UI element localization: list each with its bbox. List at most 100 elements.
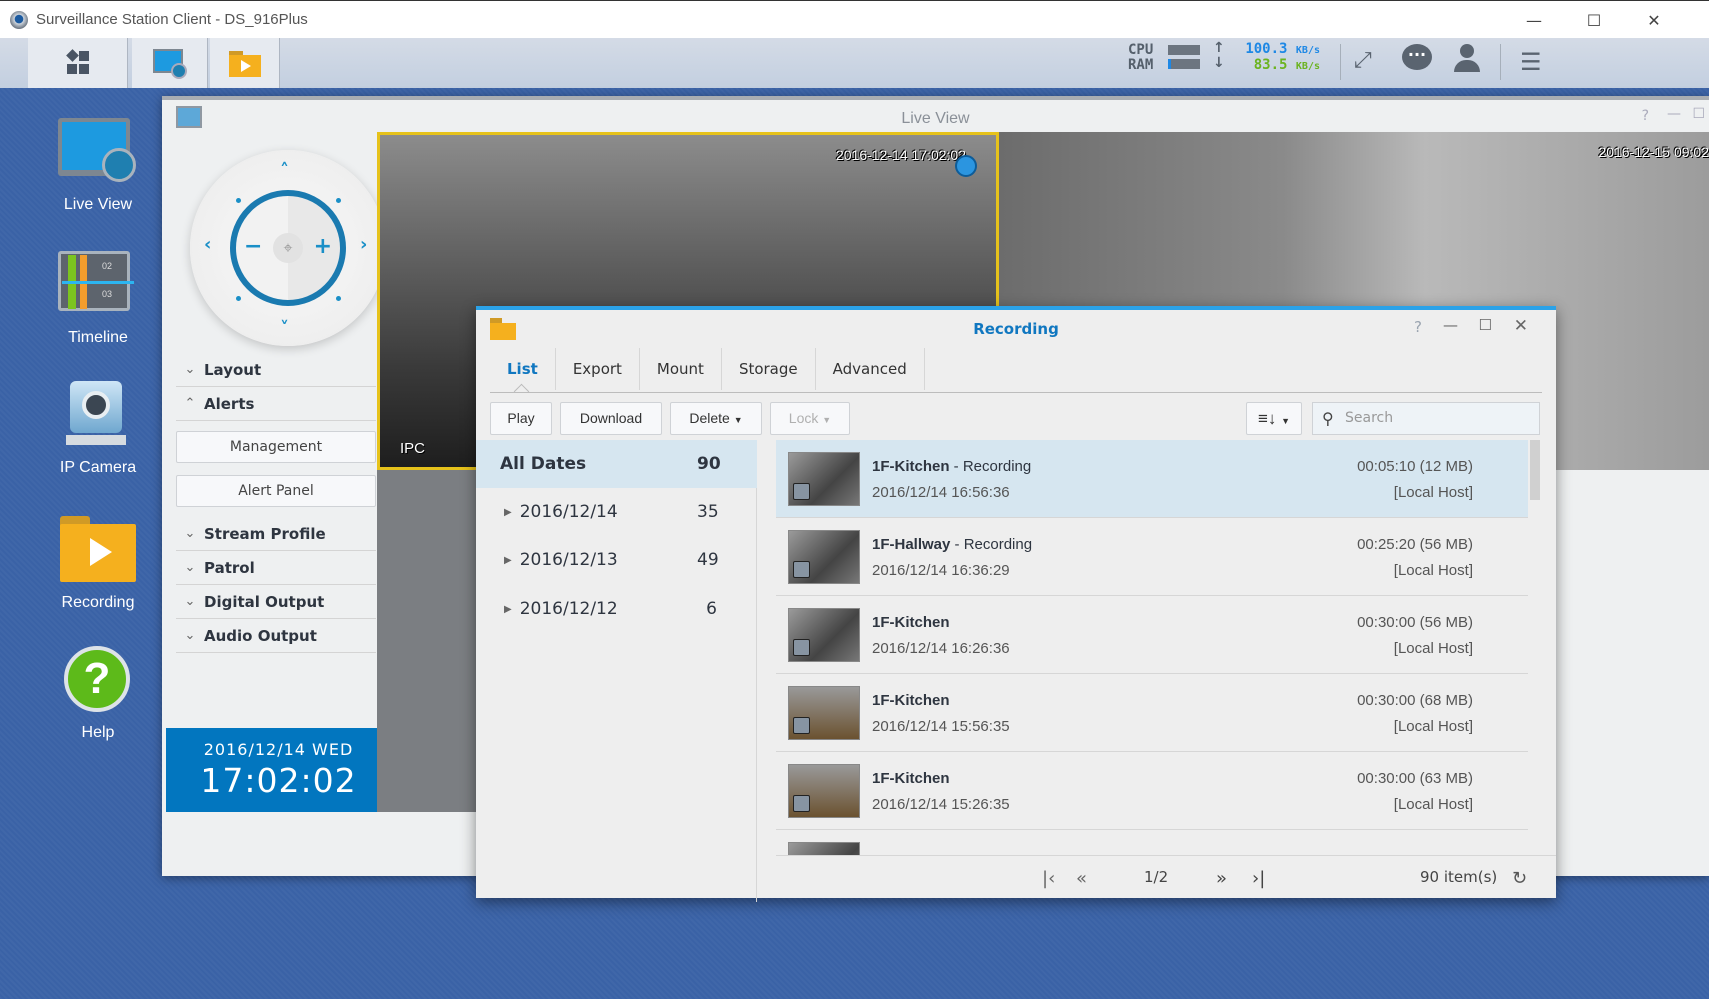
ram-label: RAM — [1128, 57, 1154, 73]
page-indicator: 1/2 — [1144, 868, 1169, 886]
tab-list[interactable]: List — [490, 348, 556, 390]
recording-row[interactable]: 1F-Kitchen - Recording 2016/12/14 16:56:… — [776, 440, 1528, 518]
section-patrol[interactable]: ⌄ Patrol — [176, 551, 376, 585]
dropdown-arrow-icon: ▼ — [733, 415, 743, 425]
section-digital-output[interactable]: ⌄ Digital Output — [176, 585, 376, 619]
expand-arrow-icon: ▶ — [504, 554, 512, 566]
cpu-label: CPU — [1128, 42, 1154, 58]
help-button[interactable]: ? — [1642, 108, 1649, 124]
main-menu-button[interactable] — [28, 38, 128, 88]
checkbox[interactable] — [793, 795, 810, 812]
sort-button[interactable]: ≡↓ ▼ — [1246, 402, 1302, 435]
minimize-button[interactable]: — — [1505, 1, 1563, 39]
clock-date: 2016/12/14 WED — [203, 740, 354, 759]
chevron-down-icon: ⌄ — [184, 560, 196, 575]
chat-icon[interactable]: ··· — [1402, 44, 1432, 70]
recording-row[interactable]: 1F-Kitchen 2016/12/14 15:56:35 00:30:00 … — [776, 674, 1528, 752]
sort-icon: ≡↓ — [1257, 409, 1277, 428]
recording-thumbnail — [788, 842, 860, 855]
desktop-icon-recording[interactable]: Recording — [40, 516, 156, 612]
user-icon[interactable] — [1452, 42, 1482, 78]
camera-timestamp: 2016-12-15 09:02 — [1598, 144, 1709, 160]
management-button[interactable]: Management — [176, 431, 376, 463]
section-layout[interactable]: ⌄ Layout — [176, 353, 376, 387]
search-input[interactable]: ⚲ Search — [1312, 402, 1540, 435]
alert-panel-button[interactable]: Alert Panel — [176, 475, 376, 507]
download-button[interactable]: Download — [560, 402, 662, 435]
recording-row[interactable]: 1F-Kitchen 2016/12/14 16:26:36 00:30:00 … — [776, 596, 1528, 674]
recording-row[interactable] — [776, 830, 1528, 855]
maximize-button[interactable]: ☐ — [1692, 106, 1705, 122]
clock-time: 17:02:02 — [200, 761, 357, 800]
recording-thumbnail — [788, 764, 860, 818]
refresh-icon[interactable]: ↻ — [1512, 868, 1527, 889]
minimize-button[interactable]: — — [1667, 106, 1681, 122]
recording-list: 1F-Kitchen - Recording 2016/12/14 16:56:… — [776, 440, 1528, 855]
pan-right-icon[interactable]: › — [360, 234, 367, 255]
fullscreen-icon[interactable]: ⤢ — [1354, 48, 1372, 73]
upload-rate: 100.3 KB/s — [1245, 41, 1320, 57]
zoom-out-icon[interactable]: − — [244, 234, 262, 259]
play-button[interactable]: Play — [490, 402, 552, 435]
next-page-icon[interactable]: » — [1216, 868, 1227, 889]
previous-page-icon[interactable]: « — [1076, 868, 1087, 889]
zoom-in-icon[interactable]: + — [314, 234, 332, 259]
date-row-all[interactable]: All Dates 90 — [476, 440, 757, 488]
camera-timestamp: 2016-12-14 17:02:02 — [836, 147, 966, 163]
pan-up-icon[interactable]: ˄ — [280, 160, 289, 181]
lock-button[interactable]: Lock ▼ — [770, 402, 850, 435]
live-view-icon — [152, 49, 187, 79]
recording-thumbnail — [788, 530, 860, 584]
close-button[interactable]: ✕ — [1625, 1, 1683, 39]
recording-tab[interactable] — [210, 38, 280, 88]
checkbox[interactable] — [793, 639, 810, 656]
desktop-icon-ip-camera[interactable]: IP Camera — [40, 381, 156, 477]
close-button[interactable]: ✕ — [1514, 316, 1528, 336]
dropdown-arrow-icon: ▼ — [1281, 416, 1291, 426]
section-stream-profile[interactable]: ⌄ Stream Profile — [176, 517, 376, 551]
recording-row[interactable]: 1F-Hallway - Recording 2016/12/14 16:36:… — [776, 518, 1528, 596]
recording-folder-icon — [58, 516, 138, 588]
date-filter-list: All Dates 90 ▶ 2016/12/14 35 ▶ 2016/12/13 49 … — [476, 440, 757, 902]
desktop-icon-live-view[interactable]: Live View — [40, 118, 156, 214]
checkbox[interactable] — [793, 483, 810, 500]
desktop-icon-timeline[interactable]: 02 03 Timeline — [40, 251, 156, 347]
date-row[interactable]: ▶ 2016/12/14 35 — [476, 488, 757, 536]
recording-row[interactable]: 1F-Kitchen 2016/12/14 15:26:35 00:30:00 … — [776, 752, 1528, 830]
recording-tabs: List Export Mount Storage Advanced — [490, 348, 925, 390]
expand-arrow-icon: ▶ — [504, 603, 512, 615]
date-row[interactable]: ▶ 2016/12/12 6 — [476, 585, 757, 633]
recording-title: Recording — [973, 320, 1059, 338]
ptz-home-icon[interactable]: ⌖ — [273, 233, 303, 263]
item-count: 90 item(s) — [1420, 868, 1498, 886]
date-row[interactable]: ▶ 2016/12/13 49 — [476, 536, 757, 584]
checkbox[interactable] — [793, 561, 810, 578]
tab-mount[interactable]: Mount — [640, 348, 722, 390]
tab-storage[interactable]: Storage — [722, 348, 816, 390]
delete-button[interactable]: Delete ▼ — [670, 402, 762, 435]
maximize-button[interactable]: ☐ — [1565, 1, 1623, 39]
section-alerts[interactable]: ⌃ Alerts — [176, 387, 376, 421]
tab-export[interactable]: Export — [556, 348, 640, 390]
section-audio-output[interactable]: ⌄ Audio Output — [176, 619, 376, 653]
pan-down-icon[interactable]: ˅ — [280, 318, 289, 339]
list-scrollbar[interactable] — [1530, 440, 1540, 500]
maximize-button[interactable]: ☐ — [1479, 316, 1492, 334]
checkbox[interactable] — [793, 717, 810, 734]
live-view-tab[interactable] — [132, 38, 208, 88]
main-toolbar: CPU RAM ↑ ↓ 100.3 KB/s 83.5 KB/s ⤢ ··· ☰ — [0, 38, 1709, 88]
desktop-icon-help[interactable]: ? Help — [40, 646, 156, 742]
desktop-icon-label: Live View — [63, 196, 133, 213]
pan-left-icon[interactable]: ‹ — [204, 234, 211, 255]
help-button[interactable]: ? — [1414, 318, 1422, 336]
last-page-icon[interactable]: ›| — [1252, 868, 1265, 889]
cpu-meter — [1168, 45, 1200, 55]
first-page-icon[interactable]: |‹ — [1042, 868, 1055, 889]
recording-thumbnail — [788, 686, 860, 740]
minimize-button[interactable]: — — [1443, 316, 1458, 334]
ptz-control[interactable]: ˄ ˅ ‹ › − ⌖ + — [190, 150, 386, 346]
recording-folder-icon — [228, 51, 261, 77]
camera-label: IPC — [400, 440, 426, 457]
hamburger-menu-icon[interactable]: ☰ — [1520, 48, 1542, 76]
tab-advanced[interactable]: Advanced — [816, 348, 925, 390]
